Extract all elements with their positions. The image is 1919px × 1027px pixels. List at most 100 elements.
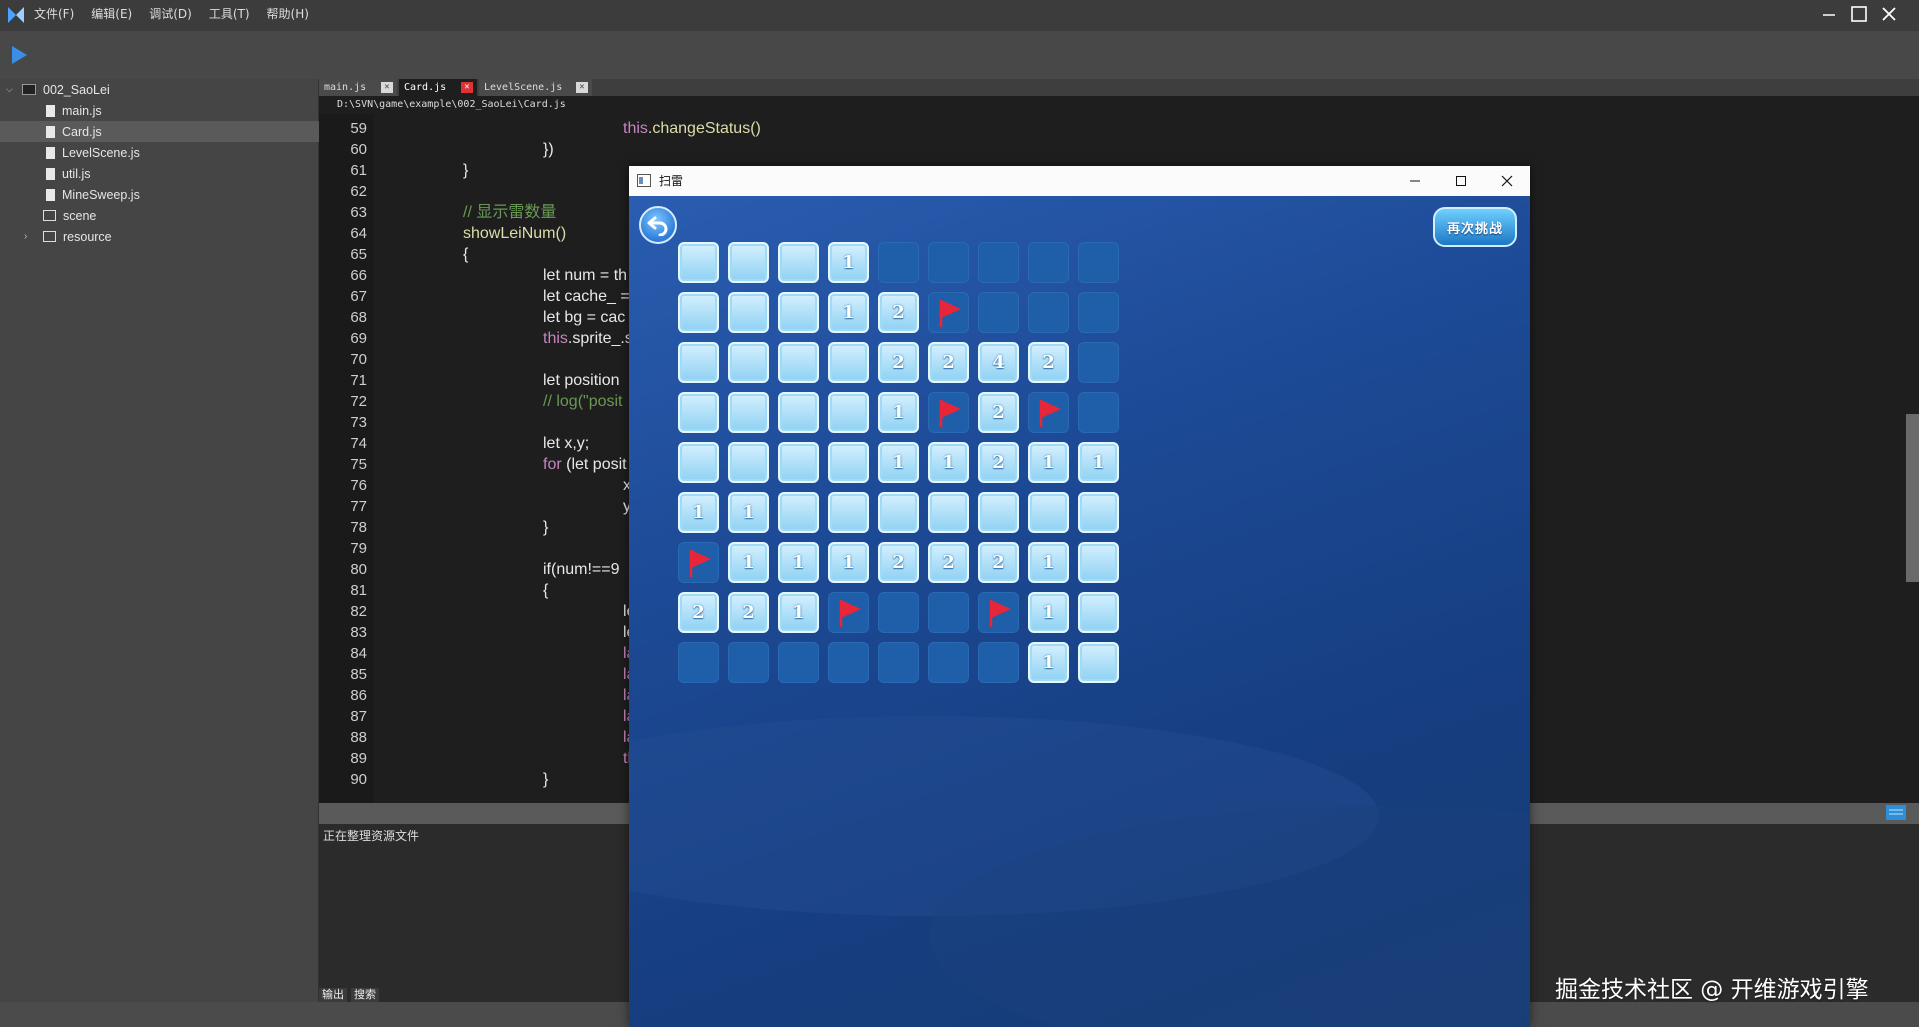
panel-layout-icon[interactable] bbox=[1886, 805, 1906, 820]
game-minimize-button[interactable] bbox=[1392, 166, 1438, 196]
number-cell[interactable]: 1 bbox=[1028, 442, 1069, 483]
flagged-cell[interactable] bbox=[1028, 392, 1069, 433]
menu-debug[interactable]: 调试(D) bbox=[149, 5, 192, 22]
open-cell[interactable] bbox=[728, 292, 769, 333]
hidden-cell[interactable] bbox=[728, 642, 769, 683]
hidden-cell[interactable] bbox=[978, 292, 1019, 333]
tree-item-util-js[interactable]: util.js bbox=[0, 163, 319, 184]
tab-levelscene-js[interactable]: LevelScene.js ✕ bbox=[479, 79, 592, 96]
open-cell[interactable] bbox=[978, 492, 1019, 533]
close-tab-icon[interactable]: ✕ bbox=[576, 82, 588, 93]
close-tab-icon[interactable]: ✕ bbox=[381, 82, 393, 93]
open-cell[interactable] bbox=[678, 392, 719, 433]
number-cell[interactable]: 1 bbox=[878, 442, 919, 483]
tab-main-js[interactable]: main.js ✕ bbox=[319, 79, 397, 96]
retry-button[interactable]: 再次挑战 bbox=[1433, 207, 1517, 247]
open-cell[interactable] bbox=[778, 242, 819, 283]
open-cell[interactable] bbox=[828, 492, 869, 533]
editor-scrollbar[interactable] bbox=[1906, 414, 1919, 582]
number-cell[interactable]: 1 bbox=[1028, 542, 1069, 583]
number-cell[interactable]: 1 bbox=[928, 442, 969, 483]
hidden-cell[interactable] bbox=[878, 242, 919, 283]
open-cell[interactable] bbox=[828, 342, 869, 383]
open-cell[interactable] bbox=[728, 242, 769, 283]
number-cell[interactable]: 1 bbox=[878, 392, 919, 433]
number-cell[interactable]: 2 bbox=[978, 442, 1019, 483]
open-cell[interactable] bbox=[828, 392, 869, 433]
number-cell[interactable]: 1 bbox=[828, 292, 869, 333]
hidden-cell[interactable] bbox=[928, 242, 969, 283]
tree-item-resource[interactable]: › resource bbox=[0, 226, 319, 247]
number-cell[interactable]: 2 bbox=[928, 342, 969, 383]
open-cell[interactable] bbox=[878, 492, 919, 533]
number-cell[interactable]: 1 bbox=[828, 242, 869, 283]
hidden-cell[interactable] bbox=[978, 242, 1019, 283]
number-cell[interactable]: 1 bbox=[1028, 642, 1069, 683]
game-close-button[interactable] bbox=[1484, 166, 1530, 196]
open-cell[interactable] bbox=[778, 442, 819, 483]
open-cell[interactable] bbox=[778, 392, 819, 433]
number-cell[interactable]: 1 bbox=[678, 492, 719, 533]
number-cell[interactable]: 2 bbox=[978, 392, 1019, 433]
tree-item-minesweep-js[interactable]: MineSweep.js bbox=[0, 184, 319, 205]
flagged-cell[interactable] bbox=[928, 392, 969, 433]
number-cell[interactable]: 2 bbox=[678, 592, 719, 633]
open-cell[interactable] bbox=[1078, 592, 1119, 633]
open-cell[interactable] bbox=[678, 442, 719, 483]
menu-edit[interactable]: 编辑(E) bbox=[91, 5, 132, 22]
open-cell[interactable] bbox=[728, 442, 769, 483]
open-cell[interactable] bbox=[828, 442, 869, 483]
hidden-cell[interactable] bbox=[978, 642, 1019, 683]
open-cell[interactable] bbox=[778, 492, 819, 533]
number-cell[interactable]: 2 bbox=[878, 292, 919, 333]
maximize-button[interactable] bbox=[1844, 2, 1874, 26]
tab-search[interactable]: 搜索 bbox=[351, 988, 379, 1002]
open-cell[interactable] bbox=[928, 492, 969, 533]
open-cell[interactable] bbox=[1028, 492, 1069, 533]
hidden-cell[interactable] bbox=[828, 642, 869, 683]
menu-file[interactable]: 文件(F) bbox=[34, 5, 74, 22]
hidden-cell[interactable] bbox=[878, 642, 919, 683]
tree-item-levelscene-js[interactable]: LevelScene.js bbox=[0, 142, 319, 163]
number-cell[interactable]: 1 bbox=[728, 492, 769, 533]
flagged-cell[interactable] bbox=[828, 592, 869, 633]
close-button[interactable] bbox=[1874, 2, 1904, 26]
number-cell[interactable]: 2 bbox=[928, 542, 969, 583]
menu-tools[interactable]: 工具(T) bbox=[209, 5, 250, 22]
number-cell[interactable]: 1 bbox=[1028, 592, 1069, 633]
number-cell[interactable]: 4 bbox=[978, 342, 1019, 383]
open-cell[interactable] bbox=[1078, 492, 1119, 533]
number-cell[interactable]: 2 bbox=[728, 592, 769, 633]
hidden-cell[interactable] bbox=[928, 592, 969, 633]
hidden-cell[interactable] bbox=[928, 642, 969, 683]
minimize-button[interactable] bbox=[1814, 2, 1844, 26]
hidden-cell[interactable] bbox=[778, 642, 819, 683]
number-cell[interactable]: 1 bbox=[778, 592, 819, 633]
open-cell[interactable] bbox=[728, 392, 769, 433]
game-canvas[interactable]: 再次挑战 1 1 2 2 2 4 2 1 2 1 1 2 1 1 1 1 1 1 1 2 2 2 1 2 2 1 1 1 bbox=[629, 196, 1530, 1027]
game-maximize-button[interactable] bbox=[1438, 166, 1484, 196]
hidden-cell[interactable] bbox=[678, 642, 719, 683]
open-cell[interactable] bbox=[778, 292, 819, 333]
hidden-cell[interactable] bbox=[1028, 292, 1069, 333]
number-cell[interactable]: 2 bbox=[978, 542, 1019, 583]
open-cell[interactable] bbox=[1078, 542, 1119, 583]
flagged-cell[interactable] bbox=[678, 542, 719, 583]
tab-output[interactable]: 输出 bbox=[319, 988, 347, 1002]
hidden-cell[interactable] bbox=[1078, 392, 1119, 433]
hidden-cell[interactable] bbox=[1078, 242, 1119, 283]
tree-item-main-js[interactable]: main.js bbox=[0, 100, 319, 121]
tree-item-scene[interactable]: scene bbox=[0, 205, 319, 226]
number-cell[interactable]: 1 bbox=[1078, 442, 1119, 483]
open-cell[interactable] bbox=[778, 342, 819, 383]
number-cell[interactable]: 2 bbox=[878, 542, 919, 583]
project-root[interactable]: ⌵ 002_SaoLei bbox=[0, 79, 319, 100]
number-cell[interactable]: 1 bbox=[828, 542, 869, 583]
run-icon[interactable] bbox=[10, 45, 28, 65]
hidden-cell[interactable] bbox=[1078, 342, 1119, 383]
open-cell[interactable] bbox=[678, 292, 719, 333]
hidden-cell[interactable] bbox=[1028, 242, 1069, 283]
number-cell[interactable]: 1 bbox=[778, 542, 819, 583]
open-cell[interactable] bbox=[1078, 642, 1119, 683]
number-cell[interactable]: 2 bbox=[878, 342, 919, 383]
